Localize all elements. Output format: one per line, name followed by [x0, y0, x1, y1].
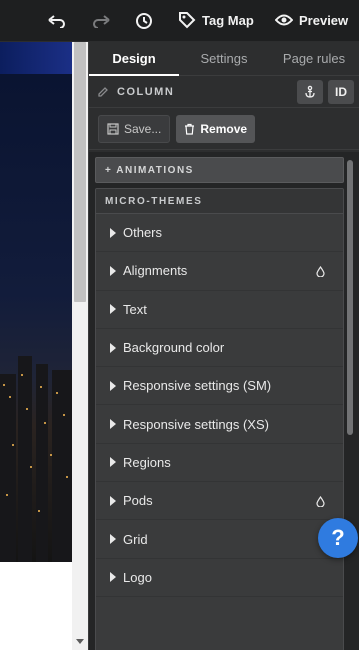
eye-icon	[275, 14, 293, 26]
design-panel: Design Settings Page rules COLUMN ID Sav…	[88, 42, 359, 650]
anchor-button[interactable]	[297, 80, 323, 104]
micro-theme-item[interactable]: Grid	[96, 520, 343, 559]
anchor-icon	[305, 85, 315, 98]
tab-settings[interactable]: Settings	[179, 42, 269, 75]
top-toolbar: Tag Map Preview	[0, 0, 359, 42]
caret-right-icon	[110, 534, 116, 545]
remove-label: Remove	[200, 121, 248, 136]
micro-themes-header: MICRO-THEMES	[96, 189, 343, 214]
undo-icon[interactable]	[46, 10, 68, 32]
micro-theme-item[interactable]: Regions	[96, 444, 343, 483]
micro-theme-label: Others	[123, 225, 163, 241]
micro-theme-item[interactable]: Responsive settings (SM)	[96, 367, 343, 406]
caret-right-icon	[110, 495, 116, 506]
micro-themes-section: MICRO-THEMES Others Alignments Text Backgro…	[95, 188, 344, 650]
component-actions: Save... Remove	[89, 108, 359, 150]
save-label: Save...	[124, 121, 162, 136]
caret-right-icon	[110, 457, 116, 468]
micro-theme-label: Background color	[123, 340, 225, 356]
micro-theme-label: Logo	[123, 569, 152, 585]
micro-theme-item[interactable]: Pods	[96, 482, 343, 521]
panel-tabs: Design Settings Page rules	[89, 42, 359, 76]
micro-theme-label: Responsive settings (SM)	[123, 378, 272, 394]
component-header: COLUMN ID	[89, 76, 359, 108]
help-button[interactable]: ?	[318, 518, 358, 558]
save-icon	[107, 122, 119, 135]
animations-toggle[interactable]: + ANIMATIONS	[95, 157, 344, 183]
panel-content: + ANIMATIONS MICRO-THEMES Others Alignmen…	[89, 152, 359, 650]
canvas-preview[interactable]	[0, 42, 72, 650]
micro-theme-label: Pods	[123, 493, 153, 509]
panel-scrollbar-thumb[interactable]	[347, 160, 353, 435]
micro-theme-label: Text	[123, 301, 147, 317]
micro-theme-item[interactable]: Background color	[96, 329, 343, 368]
history-icon[interactable]	[133, 10, 155, 32]
micro-theme-label: Responsive settings (XS)	[123, 416, 269, 432]
micro-theme-item[interactable]: Others	[96, 214, 343, 253]
micro-theme-label: Grid	[123, 531, 148, 547]
droplet-icon	[316, 266, 325, 278]
redo-icon[interactable]	[90, 10, 112, 32]
scroll-down-arrow-icon[interactable]	[76, 639, 84, 644]
remove-button[interactable]: Remove	[176, 114, 256, 143]
preview-label: Preview	[299, 12, 349, 28]
tag-map-button[interactable]: Tag Map	[178, 8, 254, 32]
micro-theme-item[interactable]: Logo	[96, 559, 343, 597]
caret-right-icon	[110, 227, 116, 238]
pencil-icon[interactable]	[97, 86, 109, 98]
preview-button[interactable]: Preview	[275, 8, 348, 32]
micro-theme-item[interactable]: Responsive settings (XS)	[96, 405, 343, 444]
micro-theme-item[interactable]: Alignments	[96, 252, 343, 291]
micro-theme-label: Regions	[123, 454, 171, 470]
tag-icon	[179, 12, 196, 29]
caret-right-icon	[110, 380, 116, 391]
canvas-header-band	[0, 42, 72, 74]
canvas-scrollbar-thumb[interactable]	[74, 42, 86, 302]
micro-theme-label: Alignments	[123, 263, 188, 279]
caret-right-icon	[110, 572, 116, 583]
caret-right-icon	[110, 304, 116, 315]
component-title: COLUMN	[117, 85, 175, 98]
tag-map-label: Tag Map	[202, 12, 254, 28]
tab-page-rules[interactable]: Page rules	[269, 42, 359, 75]
tab-design[interactable]: Design	[89, 42, 179, 76]
caret-right-icon	[110, 419, 116, 430]
droplet-icon	[316, 496, 325, 508]
caret-right-icon	[110, 342, 116, 353]
id-button[interactable]: ID	[328, 80, 354, 104]
caret-right-icon	[110, 265, 116, 276]
city-skyline-image	[0, 74, 72, 562]
canvas-scrollbar[interactable]	[72, 42, 88, 650]
micro-themes-list: Others Alignments Text Background color Resp…	[96, 214, 343, 597]
save-button[interactable]: Save...	[98, 114, 171, 143]
trash-icon	[185, 123, 195, 135]
micro-theme-item[interactable]: Text	[96, 291, 343, 329]
